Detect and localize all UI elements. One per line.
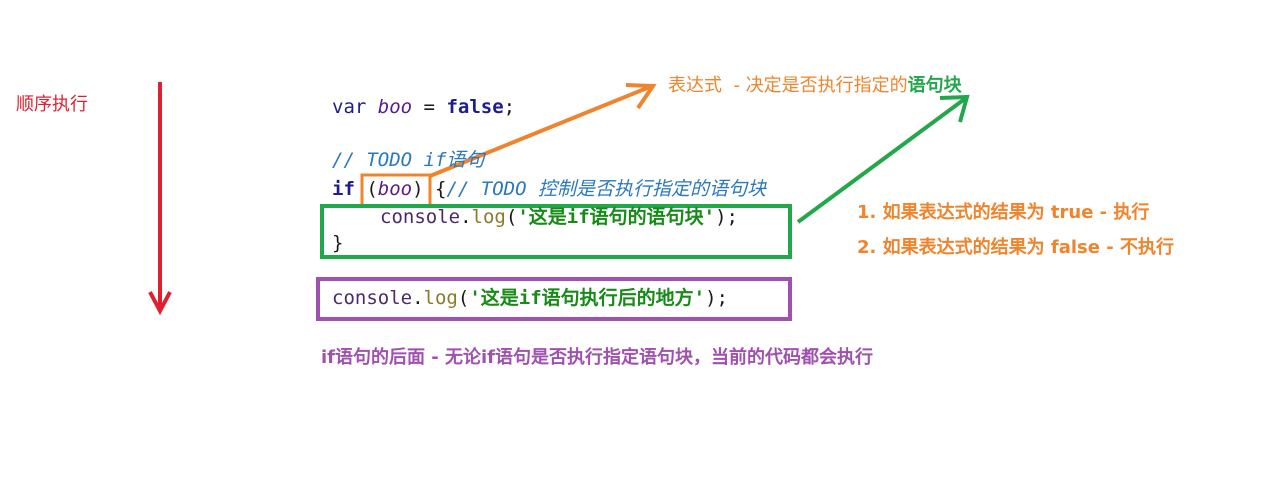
code-boolean: false	[446, 96, 504, 118]
expression-label: 表达式 - 决定是否执行指定的语句块	[668, 71, 962, 97]
code-paren-open: (	[366, 178, 378, 200]
code-inline-comment: // TODO 控制是否执行指定的语句块	[446, 178, 766, 200]
code-dot: .	[460, 206, 472, 228]
code-string: '这是if语句执行后的地方'	[469, 287, 706, 309]
code-call-open: (	[457, 287, 470, 309]
code-call-close: );	[715, 206, 738, 228]
code-string: '这是if语句的语句块'	[517, 206, 716, 228]
code-semicolon: ;	[503, 96, 516, 118]
code-operator: =	[412, 96, 447, 118]
result-false-label: 2. 如果表达式的结果为 false - 不执行	[857, 237, 1174, 258]
code-identifier: boo	[377, 96, 413, 118]
code-condition: boo	[377, 178, 413, 200]
result-true-label: 1. 如果表达式的结果为 true - 执行	[857, 202, 1150, 223]
code-dot: .	[412, 287, 424, 309]
code-line-comment: // TODO if语句	[332, 146, 484, 174]
code-call-open: (	[505, 206, 518, 228]
code-console: console	[380, 206, 461, 228]
code-line-brace-close: }	[332, 229, 343, 257]
diagram-canvas: 顺序执行 表达式 - 决定是否执行指定的语句块 1. 如果表达式的结果为 tru…	[0, 0, 1271, 479]
code-if-keyword: if	[332, 178, 355, 200]
code-paren-close: )	[412, 178, 424, 200]
code-method: log	[471, 206, 506, 228]
code-brace-open: {	[423, 178, 447, 200]
code-call-close: );	[705, 287, 728, 309]
after-if-label: if语句的后面 - 无论if语句是否执行指定语句块，当前的代码都会执行	[321, 347, 874, 368]
sequence-label: 顺序执行	[16, 94, 88, 115]
code-brace-close: }	[332, 232, 344, 254]
code-method: log	[423, 287, 458, 309]
expression-label-block: 语句块	[907, 75, 962, 96]
code-console: console	[332, 287, 413, 309]
code-line-after-log: console.log('这是if语句执行后的地方');	[332, 284, 728, 312]
code-keyword: var	[332, 96, 367, 118]
expression-label-text: 表达式 - 决定是否执行指定的	[668, 75, 908, 96]
code-line-var: var boo = false;	[332, 93, 515, 121]
code-comment: // TODO if语句	[332, 149, 485, 171]
code-line-if: if (boo) {// TODO 控制是否执行指定的语句块	[332, 175, 766, 203]
code-line-block-log: console.log('这是if语句的语句块');	[380, 203, 738, 231]
